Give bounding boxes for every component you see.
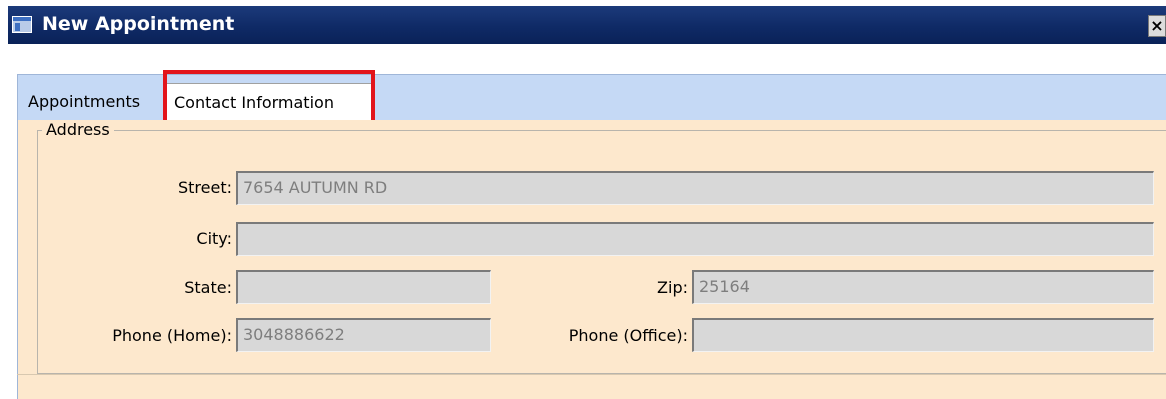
phone-home-label: Phone (Home):: [112, 326, 232, 345]
window-icon: [12, 16, 32, 33]
address-group-legend: Address: [42, 120, 114, 140]
city-label: City:: [196, 229, 232, 248]
street-input[interactable]: 7654 AUTUMN RD: [236, 171, 1154, 205]
close-button[interactable]: ×: [1148, 15, 1166, 37]
phone-office-input[interactable]: [692, 318, 1154, 352]
tab-strip: Appointments Contact Information: [17, 74, 1166, 121]
street-label: Street:: [177, 178, 232, 197]
state-label: State:: [184, 278, 232, 297]
tab-contact-information[interactable]: Contact Information: [164, 83, 375, 121]
window-body: [8, 44, 1166, 74]
zip-label: Zip:: [657, 278, 688, 297]
window-title: New Appointment: [42, 13, 235, 35]
tab-appointments[interactable]: Appointments: [18, 83, 164, 121]
phone-office-label: Phone (Office):: [568, 326, 688, 345]
contact-information-panel: Address Street: 7654 AUTUMN RD City: Sta…: [17, 120, 1166, 399]
new-appointment-window: New Appointment × Appointments Contact I…: [0, 0, 1166, 399]
close-icon: ×: [1150, 16, 1164, 35]
phone-home-input[interactable]: 3048886622: [236, 318, 491, 352]
state-input[interactable]: [236, 270, 491, 304]
zip-input[interactable]: 25164: [692, 270, 1154, 304]
title-bar[interactable]: New Appointment ×: [8, 6, 1166, 44]
city-input[interactable]: [236, 222, 1154, 256]
panel-divider: [17, 374, 1166, 375]
